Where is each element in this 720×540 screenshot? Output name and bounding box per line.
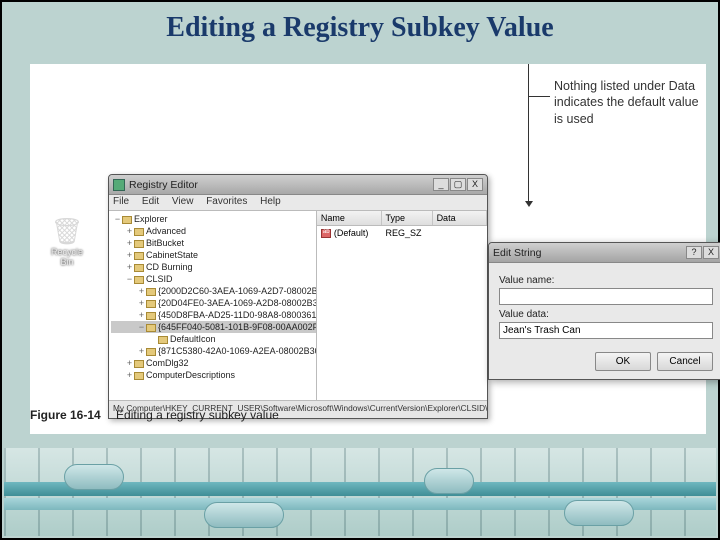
tree-node: +{20D04FE0-3AEA-1069-A2D8-08002B30309D} [111, 297, 316, 309]
col-name[interactable]: Name [317, 211, 382, 225]
window-buttons: _ ▢ X [433, 178, 483, 191]
slide-title: Editing a Registry Subkey Value [2, 2, 718, 50]
col-type[interactable]: Type [382, 211, 433, 225]
figure-screenshot: Nothing listed under Data indicates the … [30, 64, 706, 434]
tree-node: −CLSID [111, 273, 316, 285]
callout-leader [528, 64, 529, 204]
value-data [433, 227, 487, 239]
value-list-pane[interactable]: Name Type Data (Default) REG_SZ [317, 211, 487, 400]
registry-body: −Explorer +Advanced +BitBucket +CabinetS… [109, 211, 487, 400]
tree-pane[interactable]: −Explorer +Advanced +BitBucket +CabinetS… [109, 211, 317, 400]
folder-icon [122, 216, 132, 224]
value-data-label: Value data: [499, 309, 713, 320]
close-button[interactable]: X [703, 246, 719, 259]
help-button[interactable]: ? [686, 246, 702, 259]
tree-node: +CD Burning [111, 261, 316, 273]
regedit-icon [113, 179, 125, 191]
ok-button[interactable]: OK [595, 352, 651, 371]
tree-node-selected: −{645FF040-5081-101B-9F08-00AA002F954E} [111, 321, 316, 333]
menu-favorites[interactable]: Favorites [206, 196, 247, 207]
tree-node: DefaultIcon [111, 333, 316, 345]
list-header: Name Type Data [317, 211, 487, 226]
figure-number: Figure 16-14 [30, 408, 101, 422]
folder-icon [134, 252, 144, 260]
tree-node: +Advanced [111, 225, 316, 237]
folder-icon [146, 312, 156, 320]
value-name: (Default) [334, 228, 369, 238]
window-titlebar[interactable]: Registry Editor _ ▢ X [109, 175, 487, 195]
recycle-bin-desktop-icon: 🗑 Recycle Bin [44, 216, 90, 267]
value-data-input[interactable] [499, 322, 713, 339]
folder-icon [146, 300, 156, 308]
folder-icon [134, 240, 144, 248]
edit-string-dialog: Edit String ? X Value name: Value data: … [488, 242, 720, 380]
callout-tick [528, 96, 550, 97]
tree-node: +BitBucket [111, 237, 316, 249]
tree-node: +{2000D2C60-3AEA-1069-A2D7-08002B30309D} [111, 285, 316, 297]
window-title-text: Registry Editor [129, 179, 198, 191]
folder-icon [146, 324, 156, 332]
maximize-button[interactable]: ▢ [450, 178, 466, 191]
dialog-titlebar[interactable]: Edit String ? X [489, 243, 720, 263]
minimize-button[interactable]: _ [433, 178, 449, 191]
folder-icon [146, 288, 156, 296]
value-name-input[interactable] [499, 288, 713, 305]
folder-icon [146, 348, 156, 356]
slide: Editing a Registry Subkey Value Nothing … [0, 0, 720, 540]
recycle-bin-label: Recycle Bin [44, 247, 90, 267]
cancel-button[interactable]: Cancel [657, 352, 713, 371]
callout-text: Nothing listed under Data indicates the … [554, 78, 709, 127]
tree-node: +{871C5380-42A0-1069-A2EA-08002B30309D} [111, 345, 316, 357]
decorative-footer [4, 448, 716, 536]
folder-icon [134, 264, 144, 272]
tree-node: +CabinetState [111, 249, 316, 261]
folder-icon [134, 228, 144, 236]
col-data[interactable]: Data [433, 211, 487, 225]
value-name-label: Value name: [499, 275, 713, 286]
figure-caption: Figure 16-14 Editing a registry subkey v… [30, 408, 279, 422]
menu-edit[interactable]: Edit [142, 196, 159, 207]
tree-node: +ComDlg32 [111, 357, 316, 369]
tree-node: +{450D8FBA-AD25-11D0-98A8-0800361B1103} [111, 309, 316, 321]
folder-icon [158, 336, 168, 344]
string-value-icon [321, 229, 331, 238]
dialog-title-text: Edit String [493, 247, 541, 259]
dialog-buttons: OK Cancel [595, 352, 713, 371]
callout-arrowhead [525, 201, 533, 207]
figure-caption-text: Editing a registry subkey value [116, 408, 279, 422]
registry-editor-window: Registry Editor _ ▢ X File Edit View Fav… [108, 174, 488, 419]
tree-node: +ComputerDescriptions [111, 369, 316, 381]
value-row[interactable]: (Default) REG_SZ [317, 226, 487, 240]
folder-icon [134, 372, 144, 380]
value-type: REG_SZ [382, 227, 433, 239]
close-button[interactable]: X [467, 178, 483, 191]
menu-help[interactable]: Help [260, 196, 281, 207]
trash-icon: 🗑 [44, 216, 90, 247]
menu-bar: File Edit View Favorites Help [109, 195, 487, 211]
folder-icon [134, 276, 144, 284]
dialog-body: Value name: Value data: [489, 263, 720, 347]
folder-icon [134, 360, 144, 368]
menu-view[interactable]: View [172, 196, 194, 207]
menu-file[interactable]: File [113, 196, 129, 207]
tree-node: −Explorer [111, 213, 316, 225]
